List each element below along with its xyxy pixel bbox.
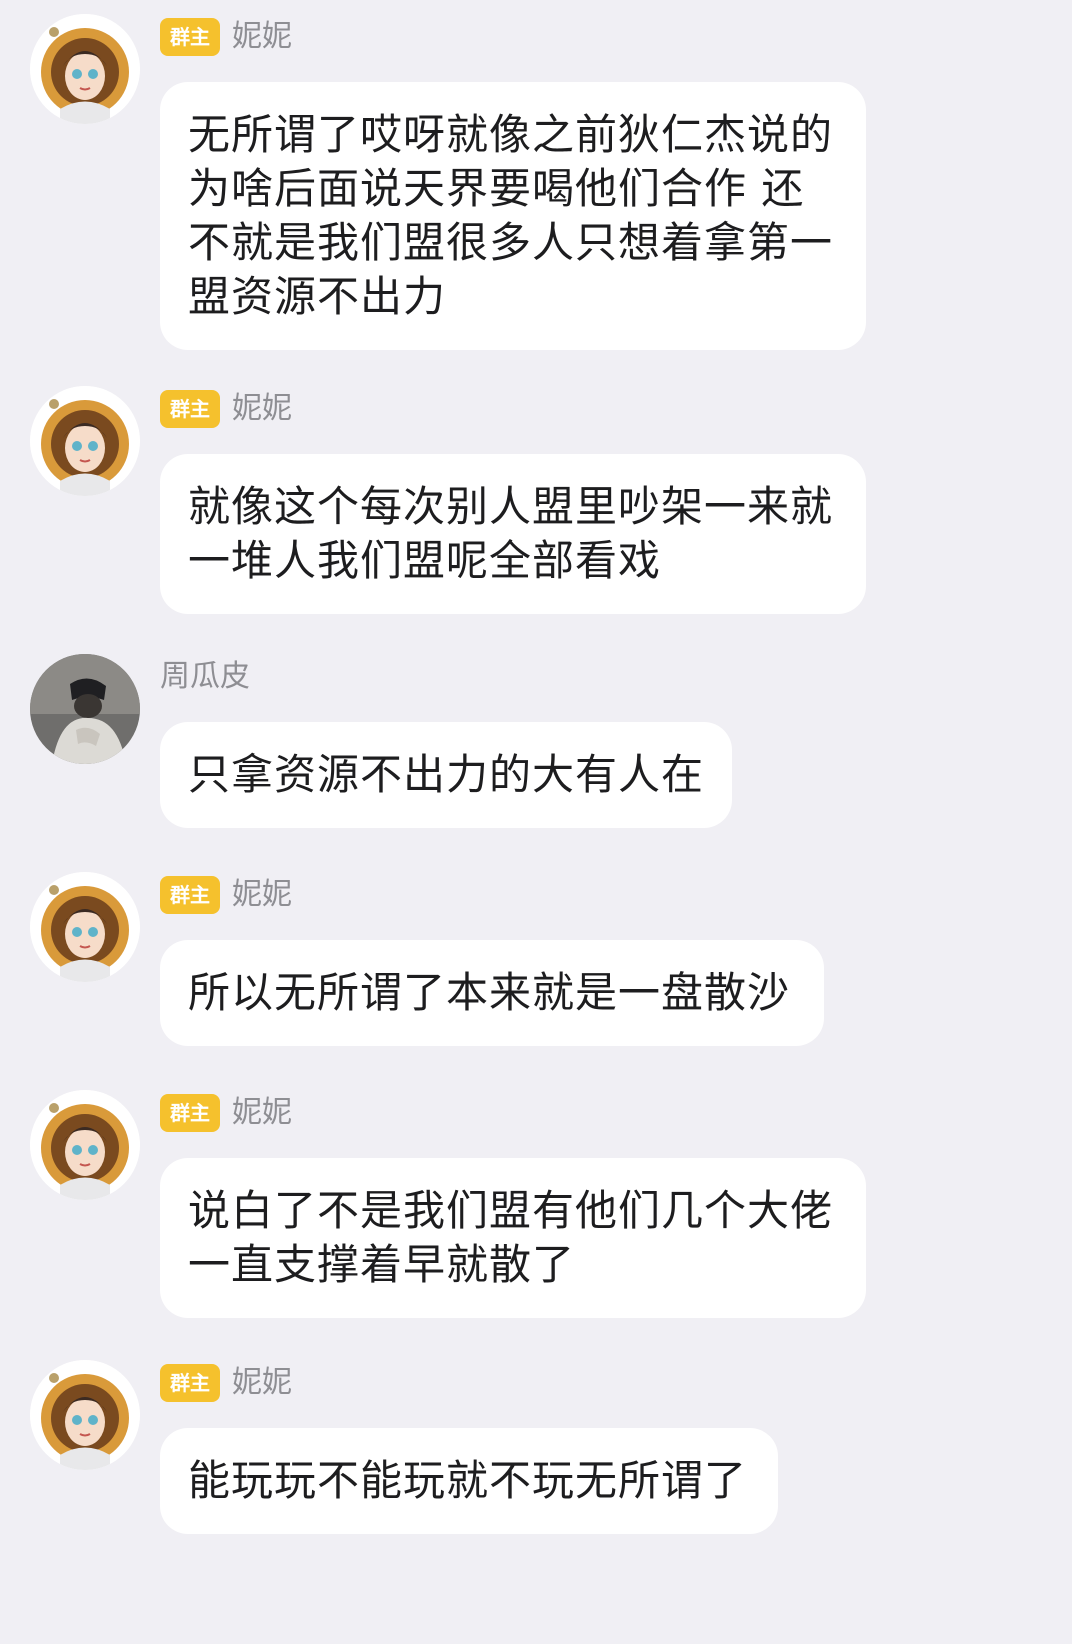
message-bubble[interactable]: 无所谓了哎呀就像之前狄仁杰说的 为啥后面说天界要喝他们合作 还 不就是我们盟很多… (160, 82, 866, 350)
message-bubble[interactable]: 所以无所谓了本来就是一盘散沙 (160, 940, 824, 1046)
message-header: 群主 妮妮 (160, 1090, 292, 1136)
hooded-person-photo-avatar[interactable] (30, 654, 140, 764)
sender-name[interactable]: 妮妮 (232, 14, 292, 60)
message-header: 群主 妮妮 (160, 386, 292, 432)
sender-name[interactable]: 周瓜皮 (160, 654, 250, 700)
sender-name[interactable]: 妮妮 (232, 386, 292, 432)
message-bubble[interactable]: 能玩玩不能玩就不玩无所谓了 (160, 1428, 778, 1534)
sender-name[interactable]: 妮妮 (232, 872, 292, 918)
group-owner-badge: 群主 (160, 18, 220, 56)
message-header: 周瓜皮 (160, 654, 250, 700)
sender-name[interactable]: 妮妮 (232, 1360, 292, 1406)
chat-view: 群主 妮妮 无所谓了哎呀就像之前狄仁杰说的 为啥后面说天界要喝他们合作 还 不就… (0, 0, 1072, 1644)
cartoon-girl-avatar[interactable] (30, 14, 140, 124)
message-header: 群主 妮妮 (160, 872, 292, 918)
group-owner-badge: 群主 (160, 390, 220, 428)
cartoon-girl-avatar[interactable] (30, 1090, 140, 1200)
cartoon-girl-avatar[interactable] (30, 386, 140, 496)
group-owner-badge: 群主 (160, 876, 220, 914)
cartoon-girl-avatar[interactable] (30, 1360, 140, 1470)
message-header: 群主 妮妮 (160, 14, 292, 60)
sender-name[interactable]: 妮妮 (232, 1090, 292, 1136)
message-bubble[interactable]: 只拿资源不出力的大有人在 (160, 722, 732, 828)
message-bubble[interactable]: 就像这个每次别人盟里吵架一来就 一堆人我们盟呢全部看戏 (160, 454, 866, 614)
group-owner-badge: 群主 (160, 1364, 220, 1402)
message-header: 群主 妮妮 (160, 1360, 292, 1406)
cartoon-girl-avatar[interactable] (30, 872, 140, 982)
group-owner-badge: 群主 (160, 1094, 220, 1132)
message-bubble[interactable]: 说白了不是我们盟有他们几个大佬 一直支撑着早就散了 (160, 1158, 866, 1318)
